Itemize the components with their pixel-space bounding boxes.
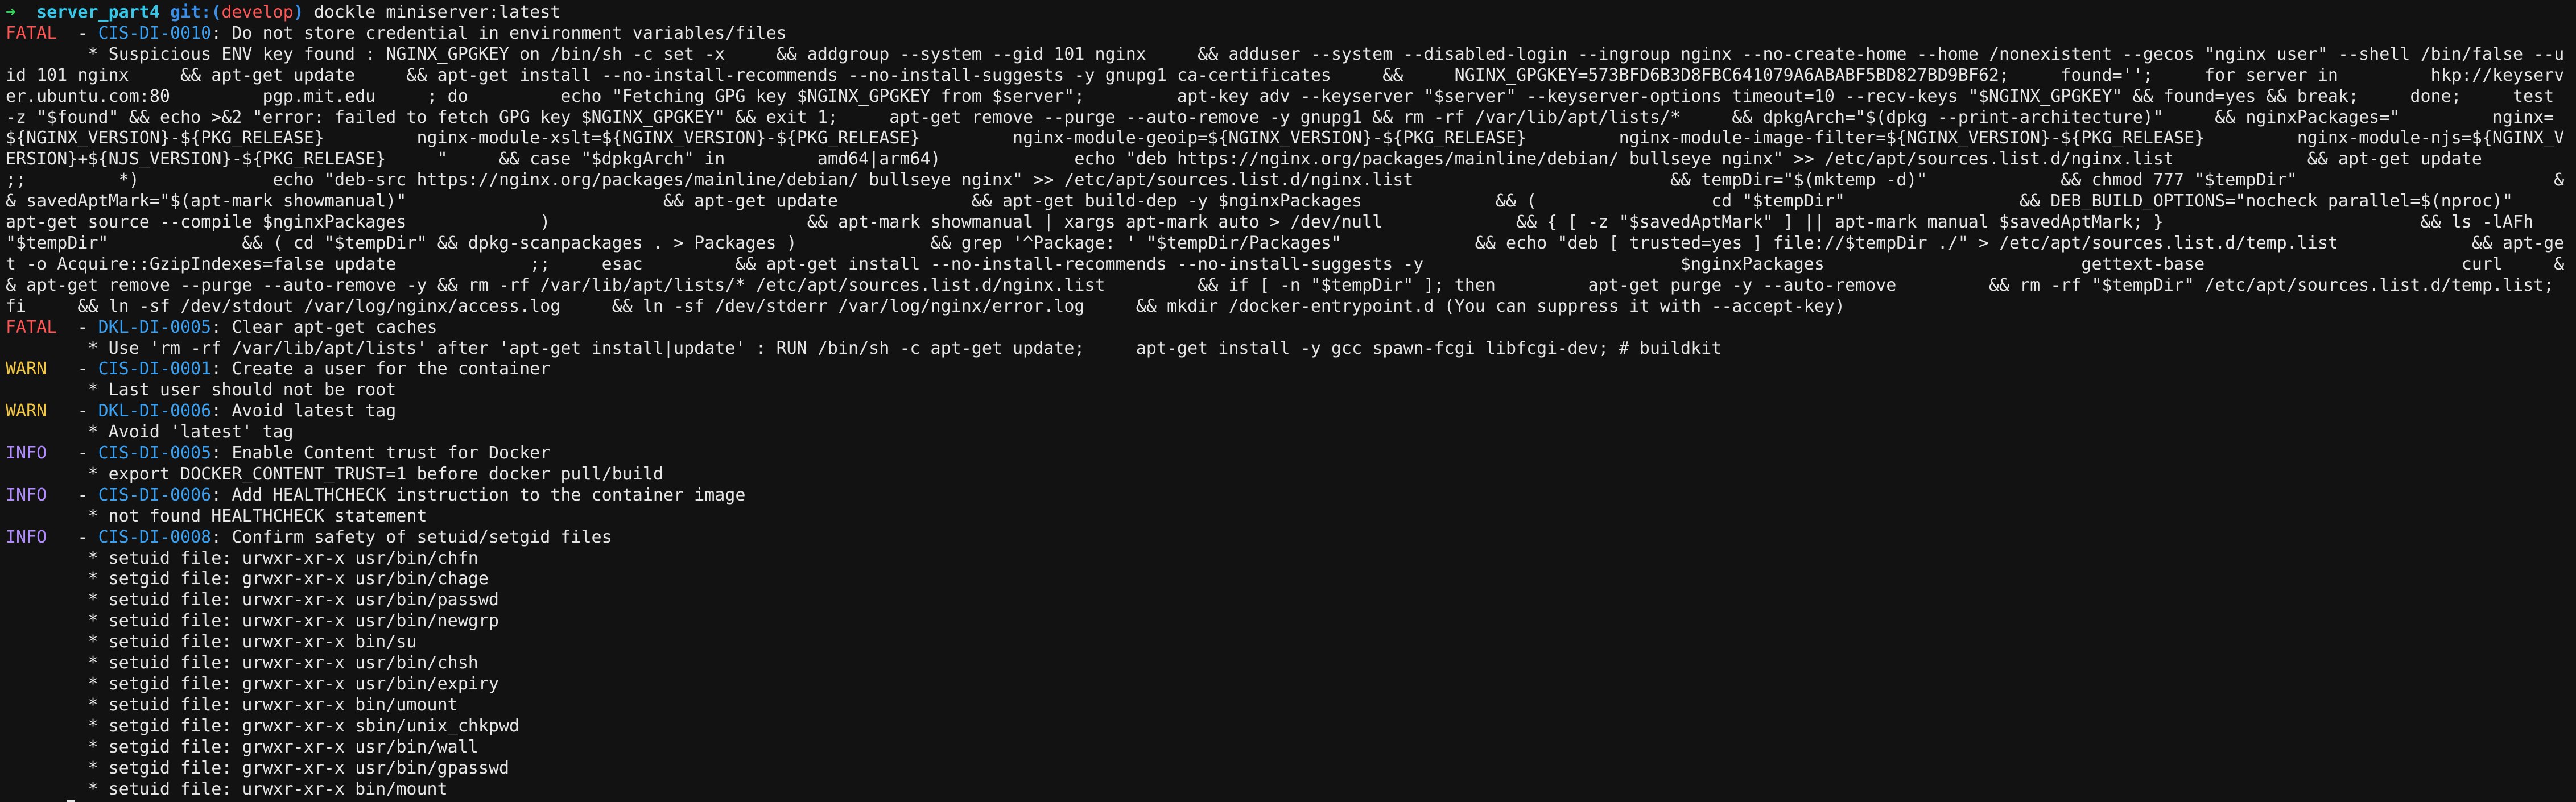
level-badge: INFO — [6, 485, 47, 505]
result-header: WARN - CIS-DI-0001: Create a user for th… — [6, 359, 551, 379]
check-code: CIS-DI-0001 — [98, 359, 212, 379]
detail-text: * Suspicious ENV key found : NGINX_GPGKE… — [6, 44, 2565, 316]
level-badge: FATAL — [6, 317, 57, 337]
terminal-window[interactable]: ➜ server_part4 git:(develop) dockle mini… — [0, 0, 2576, 802]
detail-text: * setuid file: urwxr-xr-x usr/bin/chsh — [88, 653, 478, 673]
detail-text: * Last user should not be root — [88, 380, 397, 400]
dockle-results: FATAL - CIS-DI-0010: Do not store creden… — [6, 23, 2570, 800]
cursor-line — [6, 800, 2570, 802]
check-title: Do not store credential in environment v… — [232, 23, 787, 43]
check-title: Confirm safety of setuid/setgid files — [232, 527, 612, 547]
result-detail: * setuid file: urwxr-xr-x usr/bin/newgrp — [6, 611, 2570, 632]
prompt-git-label: git: — [170, 2, 212, 22]
check-title: Add HEALTHCHECK instruction to the conta… — [232, 485, 746, 505]
check-code: CIS-DI-0008 — [98, 527, 212, 547]
level-badge: INFO — [6, 527, 47, 547]
level-badge: WARN — [6, 401, 47, 421]
result-detail: * Suspicious ENV key found : NGINX_GPGKE… — [6, 44, 2570, 317]
detail-text: * setuid file: urwxr-xr-x usr/bin/chfn — [88, 548, 478, 568]
result-detail: * Use 'rm -rf /var/lib/apt/lists' after … — [6, 338, 2570, 359]
check-title: Enable Content trust for Docker — [232, 443, 551, 464]
level-badge: INFO — [6, 443, 47, 464]
result-detail: * setgid file: grwxr-xr-x usr/bin/chage — [6, 569, 2570, 590]
check-title: Clear apt-get caches — [232, 317, 437, 337]
detail-text: * setuid file: urwxr-xr-x usr/bin/passwd — [88, 590, 499, 610]
result-detail: * Last user should not be root — [6, 380, 2570, 401]
detail-text: * setgid file: grwxr-xr-x usr/bin/expiry — [88, 674, 499, 694]
result-detail: * export DOCKER_CONTENT_TRUST=1 before d… — [6, 464, 2570, 485]
prompt-branch-open: ( — [211, 2, 222, 22]
detail-text: * not found HEALTHCHECK statement — [88, 506, 427, 526]
prompt-command: dockle miniserver:latest — [303, 2, 561, 22]
check-title: Create a user for the container — [232, 359, 551, 379]
result-detail: * setgid file: grwxr-xr-x usr/bin/gpassw… — [6, 758, 2570, 779]
detail-text: * Avoid 'latest' tag — [88, 422, 294, 443]
result-detail: * setuid file: urwxr-xr-x usr/bin/passwd — [6, 590, 2570, 611]
result-detail: * not found HEALTHCHECK statement — [6, 506, 2570, 527]
result-detail: * setgid file: grwxr-xr-x sbin/unix_chkp… — [6, 716, 2570, 737]
detail-text: * setuid file: urwxr-xr-x bin/su — [88, 632, 417, 652]
detail-text: * export DOCKER_CONTENT_TRUST=1 before d… — [88, 464, 663, 484]
result-detail: * Avoid 'latest' tag — [6, 422, 2570, 443]
result-header: WARN - DKL-DI-0006: Avoid latest tag — [6, 401, 397, 421]
result-detail: * setuid file: urwxr-xr-x bin/su — [6, 632, 2570, 653]
result-detail: * setuid file: urwxr-xr-x usr/bin/chfn — [6, 548, 2570, 569]
detail-text: * Use 'rm -rf /var/lib/apt/lists' after … — [88, 338, 1722, 358]
prompt-branch-close: ) — [293, 2, 304, 22]
detail-text: * setuid file: urwxr-xr-x bin/umount — [88, 694, 458, 715]
detail-text: * setgid file: grwxr-xr-x usr/bin/gpassw… — [88, 758, 510, 778]
check-code: DKL-DI-0005 — [98, 317, 212, 337]
result-header: INFO - CIS-DI-0008: Confirm safety of se… — [6, 527, 612, 547]
result-detail: * setuid file: urwxr-xr-x bin/mount — [6, 779, 2570, 800]
detail-text: * setgid file: grwxr-xr-x usr/bin/wall — [88, 737, 478, 757]
check-code: DKL-DI-0006 — [98, 401, 212, 421]
detail-text: * setuid file: urwxr-xr-x usr/bin/newgrp — [88, 611, 499, 631]
result-header: INFO - CIS-DI-0005: Enable Content trust… — [6, 443, 551, 464]
check-code: CIS-DI-0005 — [98, 443, 212, 464]
prompt-directory: server_part4 — [36, 2, 160, 22]
detail-text: * setuid file: urwxr-xr-x bin/mount — [88, 779, 448, 799]
detail-text: * setgid file: grwxr-xr-x usr/bin/chage — [88, 569, 489, 589]
level-badge: FATAL — [6, 23, 57, 43]
level-badge: WARN — [6, 359, 47, 379]
result-header: FATAL - DKL-DI-0005: Clear apt-get cache… — [6, 317, 437, 337]
terminal-cursor — [67, 800, 76, 802]
result-detail: * setuid file: urwxr-xr-x bin/umount — [6, 695, 2570, 716]
detail-text: * setgid file: grwxr-xr-x sbin/unix_chkp… — [88, 716, 520, 736]
result-header: INFO - CIS-DI-0006: Add HEALTHCHECK inst… — [6, 485, 746, 505]
result-header: FATAL - CIS-DI-0010: Do not store creden… — [6, 23, 787, 43]
check-code: CIS-DI-0006 — [98, 485, 212, 505]
prompt-arrow-icon: ➜ — [6, 2, 16, 22]
prompt-branch: develop — [221, 2, 294, 22]
result-detail: * setgid file: grwxr-xr-x usr/bin/expiry — [6, 674, 2570, 695]
result-detail: * setuid file: urwxr-xr-x usr/bin/chsh — [6, 653, 2570, 674]
check-title: Avoid latest tag — [232, 401, 397, 421]
result-detail: * setgid file: grwxr-xr-x usr/bin/wall — [6, 737, 2570, 758]
prompt-line: ➜ server_part4 git:(develop) dockle mini… — [6, 2, 2570, 23]
check-code: CIS-DI-0010 — [98, 23, 212, 43]
